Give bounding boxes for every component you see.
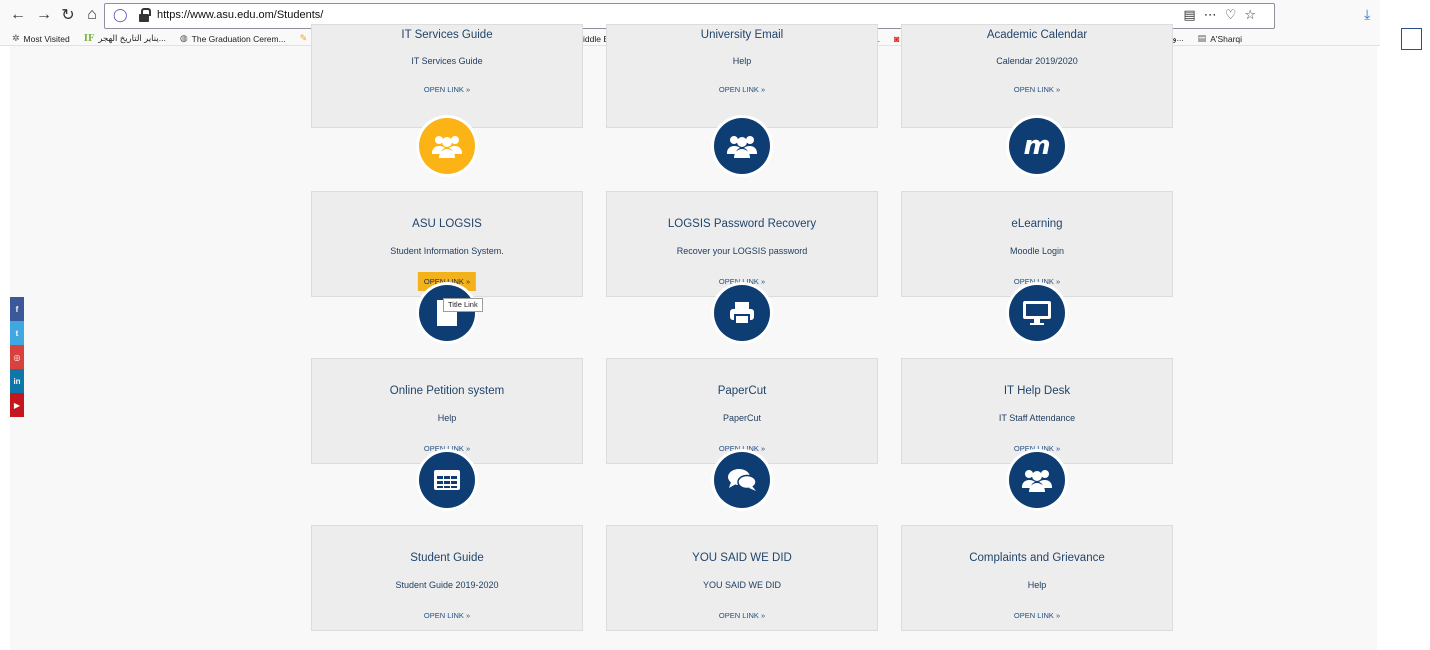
open-link-button[interactable]: OPEN LINK » [418,80,476,99]
reload-button[interactable]: ↻ [58,5,78,25]
monitor-icon [1009,285,1065,341]
lock-icon[interactable] [139,8,151,22]
url-text[interactable]: https://www.asu.edu.om/Students/ [157,9,323,21]
jobs-icon: ◙ [894,33,900,44]
open-link-button[interactable]: OPEN LINK » [713,80,771,99]
asharqiya-icon: ▤ [1197,33,1207,43]
card-description: YOU SAID WE DID [702,580,781,590]
document-icon [419,285,475,341]
card-icon-badge [711,115,773,177]
card-title: IT Services Guide [401,29,493,41]
card-description: Help [1027,580,1047,590]
card-icon-badge: m [1006,115,1068,177]
card-title: Student Guide [410,552,484,564]
card-title: University Email [700,29,784,41]
open-link-button[interactable]: OPEN LINK » [418,606,476,625]
gear-icon: ✲ [12,33,20,43]
card-icon-badge [711,449,773,511]
card-icon-badge [1006,282,1068,344]
facebook-icon[interactable]: f [10,297,24,321]
service-card: IT Services Guide IT Services Guide OPEN L… [311,24,583,128]
card-description: Student Guide 2019-2020 [395,580,499,590]
bookmark-item[interactable]: ✲ Most Visited [12,33,70,44]
bookmark-label: Most Visited [23,33,70,44]
linkedin-icon[interactable]: in [10,369,24,393]
youtube-icon[interactable]: ▶ [10,393,24,417]
card-description: Calendar 2019/2020 [996,56,1078,66]
card-icon-badge [416,449,478,511]
card-title: Online Petition system [389,385,505,397]
download-icon[interactable]: ⤓ [1364,6,1370,23]
reader-view-icon[interactable]: ▤ [1183,7,1203,22]
open-link-button[interactable]: OPEN LINK » [1008,80,1066,99]
forward-button[interactable]: → [34,5,54,25]
bookmark-label: يناير التاريخ الهجر... [98,33,166,43]
home-button[interactable]: ⌂ [82,5,102,25]
card-icon-badge [416,282,478,344]
url-bar-actions[interactable]: ▤⋯♡☆ [1183,7,1264,23]
table-icon [419,452,475,508]
checkbox-square[interactable] [1401,28,1422,50]
open-link-button[interactable]: OPEN LINK » [713,606,771,625]
service-card: Academic Calendar Calendar 2019/2020 OPEN … [901,24,1173,128]
card-description: Student Information System. [390,246,504,256]
instagram-icon[interactable]: ◎ [10,345,24,369]
card-description: Help [732,56,752,66]
card-icon-badge [1006,449,1068,511]
card-title: YOU SAID WE DID [692,552,792,564]
social-sidebar: f t ◎ in ▶ [10,297,24,417]
card-title: IT Help Desk [1003,385,1071,397]
users-icon [714,118,770,174]
card-description: IT Services Guide [411,56,483,66]
bookmark-item[interactable]: ◍ The Graduation Cerem... [180,33,286,44]
users-icon [419,118,475,174]
bookmark-label: The Graduation Cerem... [191,33,286,44]
open-link-button[interactable]: OPEN LINK » [1008,606,1066,625]
ibulk-icon: ✎ [299,33,308,43]
bookmark-item[interactable]: ▤ A'Sharqi [1198,33,1242,44]
card-title: ASU LOGSIS [412,218,482,230]
shield-icon[interactable]: ◯ [113,7,128,23]
card-title: Academic Calendar [986,29,1088,41]
printer-icon [714,285,770,341]
if-icon: IF [83,33,95,44]
bookmark-label: A'Sharqi [1210,33,1243,44]
card-description: IT Staff Attendance [998,413,1076,423]
card-title: eLearning [1011,218,1063,230]
users-icon [1009,452,1065,508]
card-description: Moodle Login [1009,246,1065,256]
service-card: YOU SAID WE DID YOU SAID WE DID OPEN LINK … [606,525,878,631]
card-title: Complaints and Grievance [969,552,1105,564]
back-button[interactable]: ← [8,5,28,25]
card-description: Recover your LOGSIS password [676,246,808,256]
more-actions-icon[interactable]: ⋯ [1204,7,1225,22]
card-description: Help [437,413,457,423]
card-description: PaperCut [722,413,762,423]
chat-icon [714,452,770,508]
card-title: PaperCut [717,385,767,397]
card-icon-badge [711,282,773,344]
service-card: University Email Help OPEN LINK » [606,24,878,128]
pocket-icon[interactable]: ♡ [1225,7,1245,22]
service-card: Student Guide Student Guide 2019-2020 OPEN… [311,525,583,631]
service-card: Complaints and Grievance Help OPEN LINK » [901,525,1173,631]
card-icon-badge [416,115,478,177]
moodle-icon: m [1009,118,1065,174]
bookmark-star-icon[interactable]: ☆ [1244,7,1264,22]
tooltip: Title Link [443,298,483,312]
globe-icon: ◍ [179,33,188,43]
card-title: LOGSIS Password Recovery [667,218,817,230]
twitter-icon[interactable]: t [10,321,24,345]
bookmark-item[interactable]: IF يناير التاريخ الهجر... [84,33,166,44]
